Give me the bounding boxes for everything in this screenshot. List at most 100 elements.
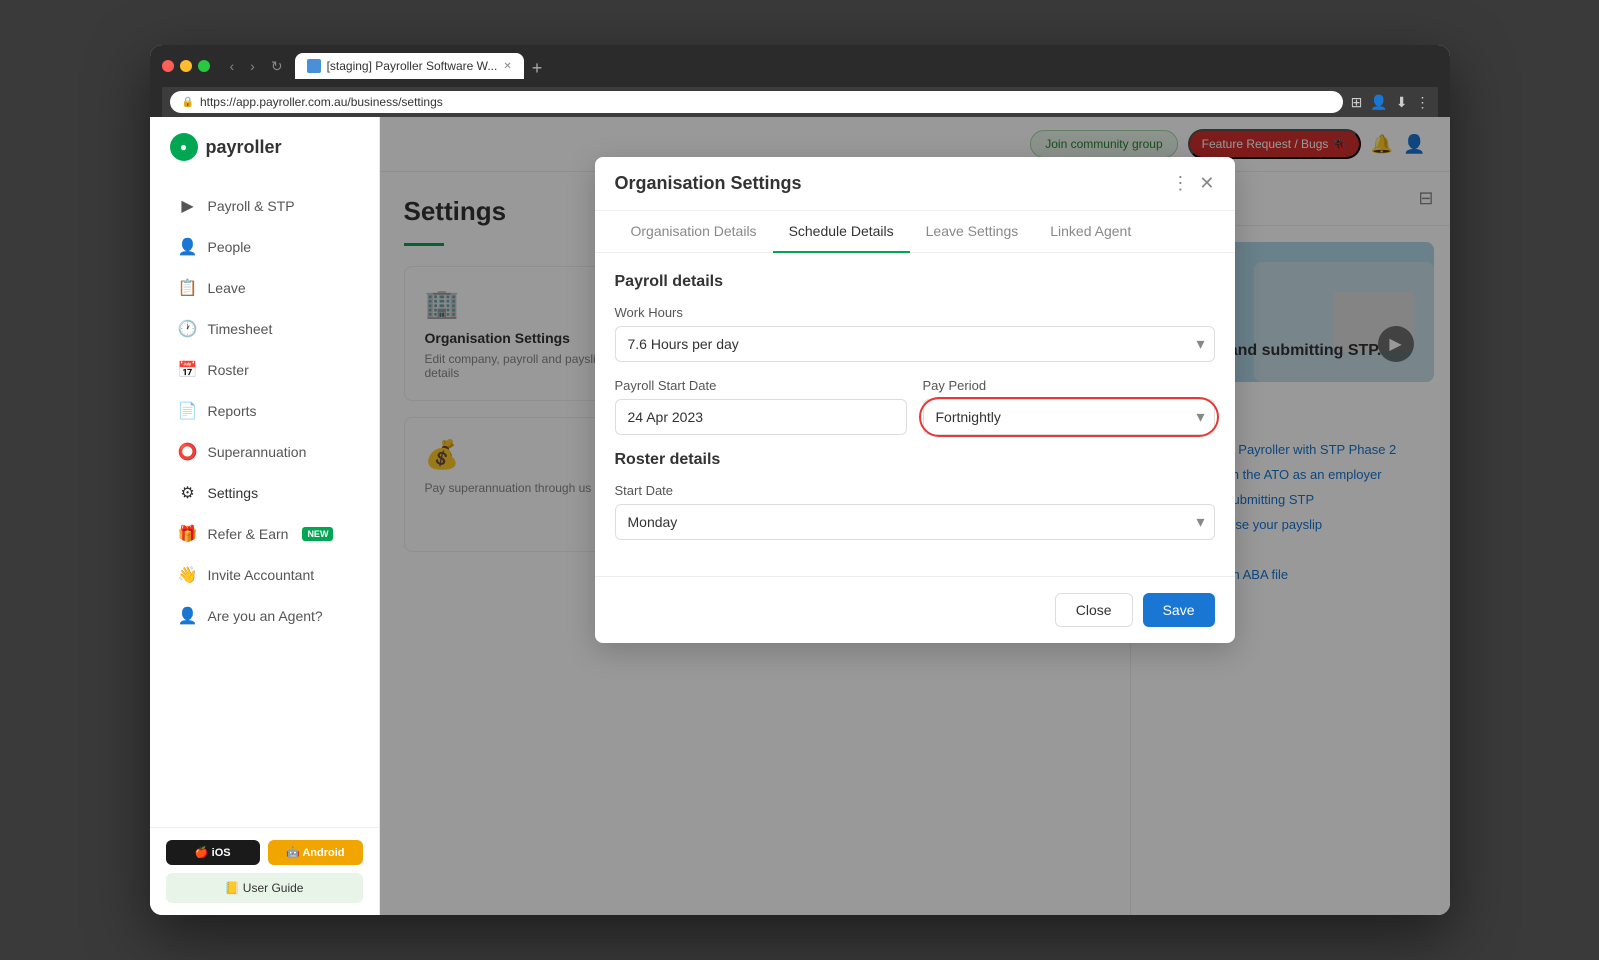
roster-icon: 📅 [178,360,198,380]
maximize-window-button[interactable] [198,60,210,72]
sidebar-item-invite-accountant[interactable]: 👋 Invite Accountant [158,555,371,595]
work-hours-group: Work Hours 7.6 Hours per day [615,305,1215,362]
organisation-settings-modal: Organisation Settings ⋮ ✕ Organisation D… [595,157,1235,643]
sidebar-item-label: Payroll & STP [208,198,295,214]
refer-icon: 🎁 [178,524,198,544]
browser-chrome: ‹ › ↻ [staging] Payroller Software W... … [150,45,1450,117]
tab-bar: [staging] Payroller Software W... ✕ + [295,53,543,79]
tab-favicon [307,59,321,73]
super-icon: ⭕ [178,442,198,462]
extensions-icon[interactable]: ⊞ [1351,94,1363,111]
logo-icon: ● [170,133,198,161]
lock-icon: 🔒 [182,97,194,108]
sidebar-item-leave[interactable]: 📋 Leave [158,268,371,308]
sidebar-item-label: Roster [208,362,249,378]
logo-text: payroller [206,137,282,158]
new-badge: NEW [302,527,333,541]
minimize-window-button[interactable] [180,60,192,72]
sidebar-item-label: Refer & Earn [208,526,289,542]
work-hours-label: Work Hours [615,305,1215,320]
sidebar-item-reports[interactable]: 📄 Reports [158,391,371,431]
start-date-select[interactable]: Monday Tuesday Sunday [615,504,1215,540]
start-date-group: Start Date Monday Tuesday Sunday [615,483,1215,540]
tab-leave-settings[interactable]: Leave Settings [910,211,1035,253]
sidebar-item-timesheet[interactable]: 🕐 Timesheet [158,309,371,349]
modal-header: Organisation Settings ⋮ ✕ [595,157,1235,211]
people-icon: 👤 [178,237,198,257]
payroll-date-row: Payroll Start Date Pay Period Fortnightl… [615,378,1215,451]
modal-footer: Close Save [595,576,1235,643]
address-bar[interactable]: 🔒 https://app.payroller.com.au/business/… [170,91,1343,113]
sidebar-item-people[interactable]: 👤 People [158,227,371,267]
browser-window: ‹ › ↻ [staging] Payroller Software W... … [150,45,1450,915]
modal-close-button[interactable]: ✕ [1199,173,1214,194]
app-buttons: 🍎 iOS 🤖 Android [166,840,363,865]
payroll-start-date-input[interactable] [615,399,907,435]
sidebar-item-roster[interactable]: 📅 Roster [158,350,371,390]
payroll-start-date-label: Payroll Start Date [615,378,907,393]
pay-period-select-wrapper: Fortnightly Weekly Monthly [923,399,1215,435]
sidebar-item-label: Settings [208,485,259,501]
url-text: https://app.payroller.com.au/business/se… [200,95,443,109]
save-button[interactable]: Save [1143,593,1215,627]
browser-nav: ‹ › ↻ [226,56,287,77]
pay-period-label: Pay Period [923,378,1215,393]
modal-overlay: Organisation Settings ⋮ ✕ Organisation D… [380,117,1450,915]
tab-org-details[interactable]: Organisation Details [615,211,773,253]
start-date-select-wrapper: Monday Tuesday Sunday [615,504,1215,540]
sidebar: ● payroller ▶ Payroll & STP 👤 People 📋 L… [150,117,380,915]
reports-icon: 📄 [178,401,198,421]
ios-button[interactable]: 🍎 iOS [166,840,261,865]
pay-period-group: Pay Period Fortnightly Weekly Monthly [923,378,1215,435]
toolbar-icons: ⊞ 👤 ⬇ ⋮ [1351,94,1430,111]
timesheet-icon: 🕐 [178,319,198,339]
sidebar-item-label: Timesheet [208,321,273,337]
pay-period-select[interactable]: Fortnightly Weekly Monthly [923,399,1215,435]
browser-tab[interactable]: [staging] Payroller Software W... ✕ [295,53,524,79]
tab-close-button[interactable]: ✕ [503,61,511,72]
invite-icon: 👋 [178,565,198,585]
sidebar-bottom: 🍎 iOS 🤖 Android 📒 User Guide [150,827,379,915]
address-bar-row: 🔒 https://app.payroller.com.au/business/… [162,87,1438,117]
sidebar-item-agent[interactable]: 👤 Are you an Agent? [158,596,371,636]
work-hours-select-wrapper: 7.6 Hours per day [615,326,1215,362]
close-window-button[interactable] [162,60,174,72]
download-icon[interactable]: ⬇ [1396,94,1408,111]
menu-icon[interactable]: ⋮ [1416,94,1430,111]
tab-linked-agent[interactable]: Linked Agent [1034,211,1147,253]
forward-button[interactable]: › [246,56,259,77]
sidebar-item-label: Leave [208,280,246,296]
new-tab-button[interactable]: + [532,58,543,79]
sidebar-item-settings[interactable]: ⚙ Settings [158,473,371,513]
work-hours-select[interactable]: 7.6 Hours per day [615,326,1215,362]
browser-controls: ‹ › ↻ [staging] Payroller Software W... … [162,53,1438,79]
tab-schedule-details[interactable]: Schedule Details [773,211,910,253]
agent-icon: 👤 [178,606,198,626]
back-button[interactable]: ‹ [226,56,239,77]
tab-label: [staging] Payroller Software W... [327,59,498,73]
sidebar-item-label: People [208,239,252,255]
sidebar-item-refer-earn[interactable]: 🎁 Refer & Earn NEW [158,514,371,554]
sidebar-nav: ▶ Payroll & STP 👤 People 📋 Leave 🕐 Times… [150,177,379,827]
sidebar-item-superannuation[interactable]: ⭕ Superannuation [158,432,371,472]
modal-body: Payroll details Work Hours 7.6 Hours per… [595,253,1235,576]
leave-icon: 📋 [178,278,198,298]
modal-title: Organisation Settings [615,173,802,194]
roster-details-title: Roster details [615,451,1215,469]
payroll-icon: ▶ [178,196,198,216]
sidebar-item-payroll-stp[interactable]: ▶ Payroll & STP [158,186,371,226]
user-guide-button[interactable]: 📒 User Guide [166,873,363,903]
modal-tabs: Organisation Details Schedule Details Le… [595,211,1235,253]
payroll-start-date-group: Payroll Start Date [615,378,907,435]
sidebar-item-label: Are you an Agent? [208,608,323,624]
modal-menu-button[interactable]: ⋮ [1171,173,1189,194]
payroll-details-title: Payroll details [615,273,1215,291]
app-layout: ● payroller ▶ Payroll & STP 👤 People 📋 L… [150,117,1450,915]
android-button[interactable]: 🤖 Android [268,840,363,865]
close-button[interactable]: Close [1055,593,1133,627]
profile-icon[interactable]: 👤 [1370,94,1387,111]
sidebar-logo: ● payroller [150,117,379,177]
sidebar-item-label: Superannuation [208,444,307,460]
refresh-button[interactable]: ↻ [267,56,287,77]
settings-icon: ⚙ [178,483,198,503]
